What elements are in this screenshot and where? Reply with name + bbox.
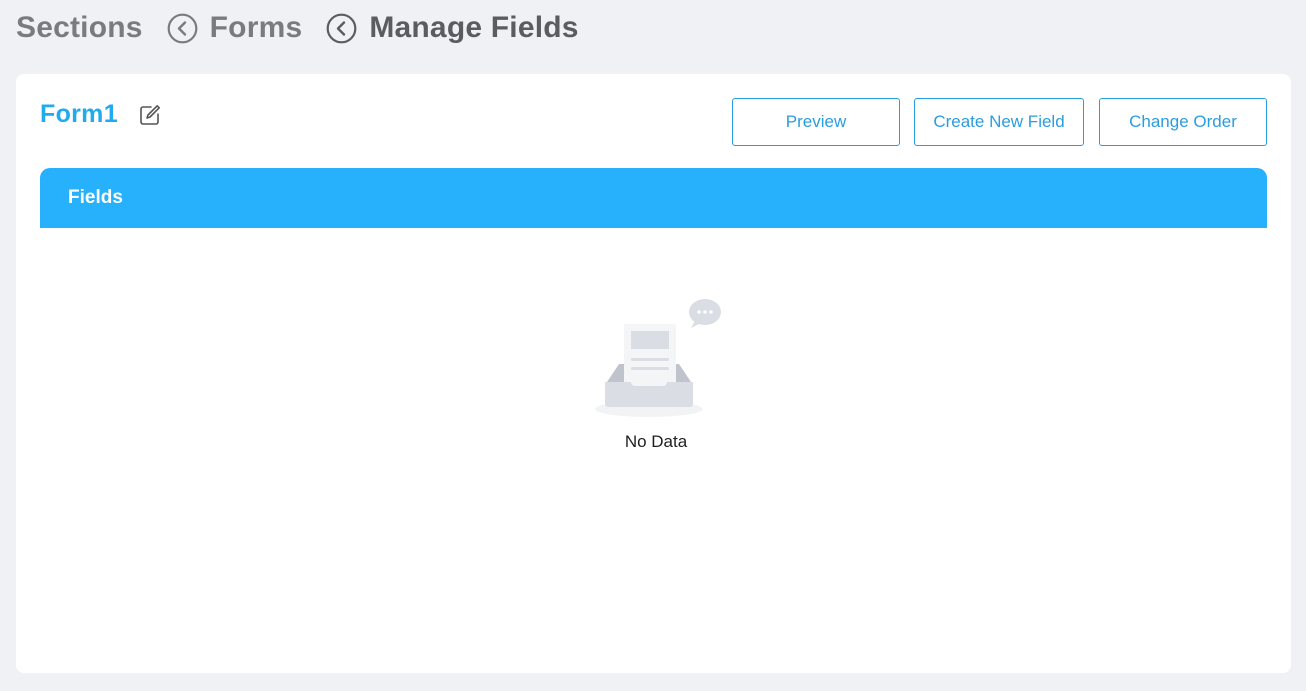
fields-panel-header: Fields	[40, 168, 1267, 228]
empty-state-text: No Data	[624, 432, 688, 451]
back-icon[interactable]	[326, 13, 357, 44]
back-icon[interactable]	[167, 13, 198, 44]
breadcrumb-manage-fields: Manage Fields	[369, 11, 579, 44]
breadcrumb-forms[interactable]: Forms	[210, 11, 303, 45]
empty-inbox-icon	[595, 299, 721, 417]
change-order-button[interactable]: Change Order	[1099, 98, 1267, 146]
fields-panel-title: Fields	[68, 187, 123, 208]
edit-icon[interactable]	[139, 104, 161, 126]
preview-button[interactable]: Preview	[732, 98, 900, 146]
form-card: Form1 Preview Create New Field Change Or…	[16, 74, 1291, 673]
form-title: Form1	[40, 100, 118, 128]
empty-state: No Data	[595, 298, 721, 458]
breadcrumb-sections[interactable]: Sections	[16, 11, 143, 45]
breadcrumb: Sections Forms Manage Fields	[16, 8, 579, 48]
create-new-field-button[interactable]: Create New Field	[914, 98, 1084, 146]
